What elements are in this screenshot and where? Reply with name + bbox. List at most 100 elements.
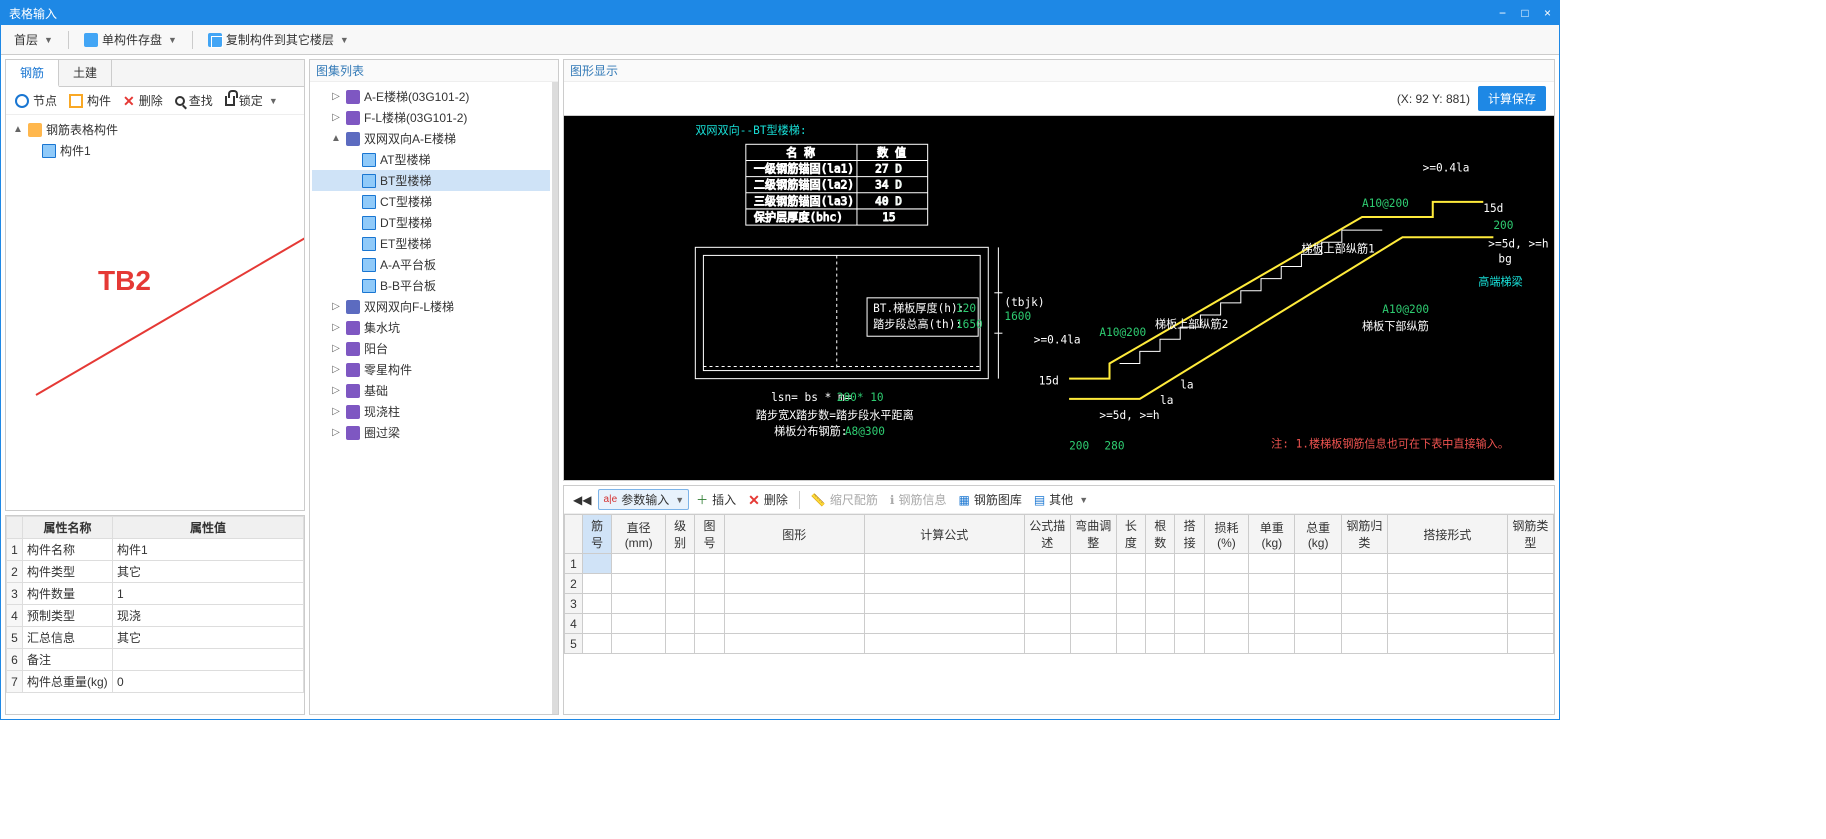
grid-cell[interactable] [1295,554,1341,574]
grid-cell[interactable] [864,614,1024,634]
expand-icon[interactable]: ▷ [330,343,342,354]
grid-cell[interactable] [1204,594,1248,614]
grid-cell[interactable] [1341,574,1387,594]
grid-cell[interactable] [1507,594,1553,614]
grid-col-header[interactable]: 根数 [1146,515,1175,554]
grid-cell[interactable] [1146,634,1175,654]
grid-cell[interactable] [1146,614,1175,634]
grid-cell[interactable] [1295,614,1341,634]
grid-cell[interactable] [1295,594,1341,614]
grid-cell[interactable] [1387,574,1507,594]
grid-cell[interactable] [1387,634,1507,654]
grid-cell[interactable] [695,634,724,654]
expand-icon[interactable]: ▷ [330,385,342,396]
prop-value[interactable] [113,649,304,671]
grid-col-header[interactable]: 弯曲调整 [1070,515,1116,554]
grid-col-header[interactable]: 长度 [1116,515,1145,554]
grid-cell[interactable] [1204,614,1248,634]
grid-cell[interactable] [1146,574,1175,594]
grid-cell[interactable] [695,574,724,594]
grid-col-header[interactable]: 搭接 [1175,515,1204,554]
atlas-tree[interactable]: ▷A-E楼梯(03G101-2)▷F-L楼梯(03G101-2)▲双网双向A-E… [310,82,558,714]
grid-cell[interactable] [1507,554,1553,574]
atlas-item[interactable]: ▲双网双向A-E楼梯 [312,128,550,149]
grid-cell[interactable] [612,574,666,594]
grid-cell[interactable] [1507,614,1553,634]
grid-cell[interactable] [1249,574,1295,594]
grid-cell[interactable] [1204,634,1248,654]
atlas-item[interactable]: ▷双网双向F-L楼梯 [312,296,550,317]
grid-cell[interactable] [1204,574,1248,594]
grid-cell[interactable] [1249,554,1295,574]
grid-cell[interactable] [1024,614,1070,634]
atlas-item[interactable]: ▷零星构件 [312,359,550,380]
tree-root[interactable]: ▲ 钢筋表格构件 [8,119,302,140]
grid-cell[interactable] [1295,574,1341,594]
rebar-grid[interactable]: 筋号直径(mm)级别图号图形计算公式公式描述弯曲调整长度根数搭接损耗(%)单重(… [564,514,1554,654]
tab-rebar[interactable]: 钢筋 [6,60,59,87]
rebar-library-button[interactable]: ▦钢筋图库 [953,489,1026,510]
grid-row[interactable]: 4 [565,614,1554,634]
grid-cell[interactable] [1024,634,1070,654]
collapse-icon[interactable]: ▲ [12,124,24,135]
insert-button[interactable]: ＋插入 [691,489,741,510]
grid-cell[interactable] [1341,554,1387,574]
grid-cell[interactable] [1070,614,1116,634]
grid-col-header[interactable]: 搭接形式 [1387,515,1507,554]
grid-cell[interactable] [724,594,864,614]
atlas-item[interactable]: B-B平台板 [312,275,550,296]
expand-icon[interactable]: ▷ [330,112,342,123]
grid-cell[interactable] [666,554,695,574]
node-button[interactable]: 节点 [10,90,62,111]
expand-icon[interactable]: ▷ [330,364,342,375]
grid-cell[interactable] [1175,594,1204,614]
grid-cell[interactable] [1507,574,1553,594]
expand-icon[interactable]: ▷ [330,91,342,102]
grid-cell[interactable] [612,634,666,654]
grid-cell[interactable] [1116,634,1145,654]
grid-cell[interactable] [583,594,612,614]
grid-cell[interactable] [1341,614,1387,634]
grid-cell[interactable] [1341,594,1387,614]
atlas-item[interactable]: ▷阳台 [312,338,550,359]
atlas-item[interactable]: ET型楼梯 [312,233,550,254]
grid-cell[interactable] [1070,554,1116,574]
prop-row[interactable]: 4预制类型现浇 [7,605,304,627]
grid-cell[interactable] [612,594,666,614]
grid-col-header[interactable]: 图形 [724,515,864,554]
grid-cell[interactable] [1146,594,1175,614]
lock-dropdown[interactable]: 锁定▼ [220,90,283,111]
drawing-canvas[interactable]: 双网双向--BT型楼梯: 名 称 数 值 一级钢筋锚固(la1)27 D [564,116,1554,480]
prop-row[interactable]: 7构件总重量(kg)0 [7,671,304,693]
atlas-item[interactable]: ▷F-L楼梯(03G101-2) [312,107,550,128]
grid-row[interactable]: 1 [565,554,1554,574]
grid-cell[interactable] [1507,634,1553,654]
calculate-save-button[interactable]: 计算保存 [1478,86,1546,111]
grid-cell[interactable] [695,554,724,574]
floor-dropdown[interactable]: 首层 ▼ [7,28,60,51]
grid-cell[interactable] [583,614,612,634]
prop-value[interactable]: 其它 [113,561,304,583]
grid-col-header[interactable]: 筋号 [583,515,612,554]
grid-cell[interactable] [1204,554,1248,574]
grid-col-header[interactable]: 计算公式 [864,515,1024,554]
minimize-button[interactable]: − [1499,6,1506,20]
grid-cell[interactable] [583,554,612,574]
properties-table[interactable]: 属性名称 属性值 1构件名称构件12构件类型其它3构件数量14预制类型现浇5汇总… [6,516,304,693]
atlas-item[interactable]: ▷现浇柱 [312,401,550,422]
grid-cell[interactable] [1116,594,1145,614]
grid-cell[interactable] [612,614,666,634]
grid-col-header[interactable]: 图号 [695,515,724,554]
grid-col-header[interactable]: 总重(kg) [1295,515,1341,554]
grid-cell[interactable] [612,554,666,574]
grid-cell[interactable] [1387,594,1507,614]
grid-cell[interactable] [1387,554,1507,574]
atlas-item[interactable]: DT型楼梯 [312,212,550,233]
grid-cell[interactable] [864,554,1024,574]
grid-cell[interactable] [1024,574,1070,594]
grid-delete-button[interactable]: ✕删除 [743,489,793,510]
grid-cell[interactable] [666,594,695,614]
atlas-item[interactable]: ▷集水坑 [312,317,550,338]
copy-to-floors-button[interactable]: 复制构件到其它楼层 ▼ [201,28,356,51]
grid-cell[interactable] [1249,594,1295,614]
